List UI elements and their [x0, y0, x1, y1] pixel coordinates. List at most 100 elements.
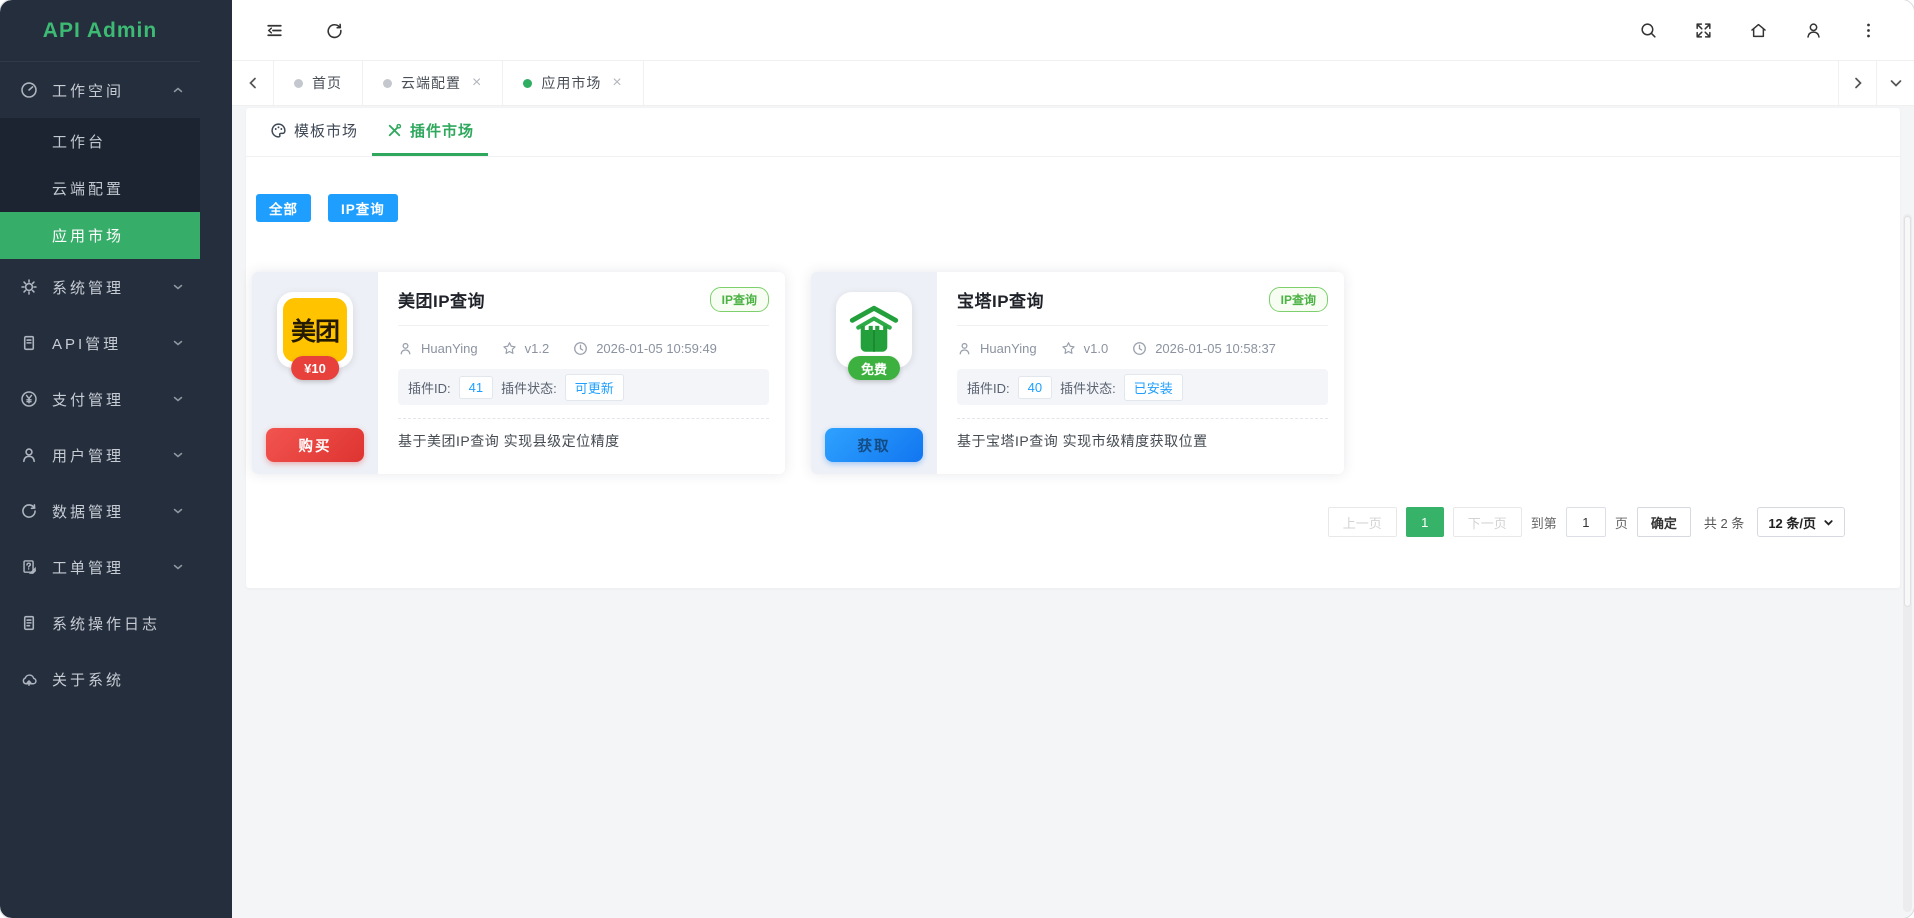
sidebar-item-api-mgmt[interactable]: API管理 [0, 315, 200, 371]
get-button[interactable]: 获取 [825, 428, 923, 462]
prev-page-button[interactable]: 上一页 [1328, 507, 1397, 537]
sidebar-item-label: API管理 [52, 333, 172, 354]
sidebar-item-app-market[interactable]: 应用市场 [0, 212, 200, 259]
document-icon [20, 334, 38, 352]
sidebar-item-label: 云端配置 [52, 178, 124, 199]
plugin-card-body: 宝塔IP查询 IP查询 HuanYing [937, 272, 1344, 474]
plugin-description: 基于美团IP查询 实现县级定位精度 [398, 431, 769, 451]
version-star-icon [502, 341, 517, 356]
sidebar-item-label: 应用市场 [52, 225, 124, 246]
tabs-scroll-right-button[interactable] [1838, 61, 1876, 105]
tab-home[interactable]: 首页 [274, 61, 363, 105]
tab-label: 应用市场 [541, 73, 601, 93]
tab-status-dot [383, 79, 392, 88]
updated-time: 2026-01-05 10:58:37 [1155, 341, 1276, 356]
author-icon [957, 341, 972, 356]
plugin-status-value[interactable]: 可更新 [565, 374, 624, 401]
goto-page-prefix: 到第 [1531, 513, 1557, 532]
ticket-edit-icon [20, 558, 38, 576]
plugin-card-body: 美团IP查询 IP查询 HuanYing [378, 272, 785, 474]
plugin-id-label: 插件ID: [408, 378, 451, 397]
plugin-status-value[interactable]: 已安装 [1124, 374, 1183, 401]
sidebar-item-cloud-config[interactable]: 云端配置 [0, 165, 200, 212]
more-options-icon[interactable] [1841, 10, 1896, 50]
pagination: 上一页 1 下一页 到第 页 确定 共 2 条 12 条/页 [246, 507, 1900, 537]
tabs-menu-dropdown-button[interactable] [1876, 61, 1914, 105]
plugin-version: v1.2 [525, 341, 550, 356]
filter-all-button[interactable]: 全部 [256, 194, 311, 222]
sidebar-item-payment-mgmt[interactable]: 支付管理 [0, 371, 200, 427]
plugin-info-bar: 插件ID: 41 插件状态: 可更新 [398, 369, 769, 405]
palette-icon [270, 122, 287, 139]
collapse-sidebar-button[interactable] [254, 10, 294, 50]
sidebar-item-system-mgmt[interactable]: 系统管理 [0, 259, 200, 315]
sidebar-item-workorder-mgmt[interactable]: 工单管理 [0, 539, 200, 595]
sidebar-item-about-system[interactable]: 关于系统 [0, 651, 200, 707]
close-icon[interactable]: × [612, 75, 622, 91]
content-scrollbar[interactable] [1903, 214, 1912, 912]
chevron-down-icon [172, 449, 184, 461]
tab-label: 首页 [312, 73, 342, 93]
close-icon[interactable]: × [472, 75, 482, 91]
plugin-description: 基于宝塔IP查询 实现市级精度获取位置 [957, 431, 1328, 451]
filter-ip-query-button[interactable]: IP查询 [328, 194, 398, 222]
tab-template-market[interactable]: 模板市场 [256, 108, 372, 156]
market-panel: 模板市场 插件市场 全部 IP查询 [246, 108, 1900, 588]
total-count-label: 共 2 条 [1704, 513, 1744, 532]
plugin-title: 宝塔IP查询 [957, 287, 1044, 312]
sidebar-item-label: 关于系统 [52, 669, 184, 690]
version-star-icon [1061, 341, 1076, 356]
per-page-value: 12 条/页 [1768, 513, 1816, 532]
refresh-icon[interactable] [314, 10, 354, 50]
goto-page-input[interactable] [1566, 507, 1606, 537]
tab-cloud-config[interactable]: 云端配置 × [363, 61, 503, 105]
sidebar: API Admin 工作空间 工作台 云端配置 应用市场 [0, 0, 232, 918]
goto-page-suffix: 页 [1615, 513, 1628, 532]
user-avatar-icon[interactable] [1786, 10, 1841, 50]
current-page-button[interactable]: 1 [1406, 507, 1444, 537]
chevron-down-icon [172, 337, 184, 349]
sidebar-item-workbench[interactable]: 工作台 [0, 118, 200, 165]
buy-button[interactable]: 购买 [266, 428, 364, 462]
page-tabbar: 首页 云端配置 × 应用市场 × [232, 60, 1914, 106]
updated-time: 2026-01-05 10:59:49 [596, 341, 717, 356]
tab-status-dot [294, 79, 303, 88]
plugin-title: 美团IP查询 [398, 287, 485, 312]
data-refresh-icon [20, 502, 38, 520]
tab-app-market[interactable]: 应用市场 × [503, 61, 643, 105]
plugin-card-meituan: 美团 ¥10 购买 美团IP查询 IP查询 [252, 272, 785, 474]
tools-icon [386, 122, 403, 139]
meituan-logo-icon: 美团 [283, 298, 347, 362]
content-area: 模板市场 插件市场 全部 IP查询 [232, 106, 1914, 918]
plugin-meta: HuanYing v1.2 2026-01-05 10: [398, 341, 769, 356]
next-page-button[interactable]: 下一页 [1453, 507, 1522, 537]
dashed-divider [398, 418, 769, 419]
search-icon[interactable] [1621, 10, 1676, 50]
app-window: API Admin 工作空间 工作台 云端配置 应用市场 [0, 0, 1914, 918]
user-icon [20, 446, 38, 464]
chevron-down-icon [172, 561, 184, 573]
fullscreen-icon[interactable] [1676, 10, 1731, 50]
sidebar-item-workspace[interactable]: 工作空间 [0, 62, 200, 118]
main-area: 首页 云端配置 × 应用市场 × [232, 0, 1914, 918]
plugin-info-bar: 插件ID: 40 插件状态: 已安装 [957, 369, 1328, 405]
tab-plugin-market[interactable]: 插件市场 [372, 108, 488, 156]
tabs-scroll-left-button[interactable] [232, 61, 274, 105]
sidebar-item-label: 支付管理 [52, 389, 172, 410]
chevron-down-icon [172, 281, 184, 293]
chevron-down-icon [1823, 517, 1834, 528]
plugin-card-media: 美团 ¥10 购买 [252, 272, 378, 474]
goto-confirm-button[interactable]: 确定 [1637, 507, 1691, 537]
home-icon[interactable] [1731, 10, 1786, 50]
sidebar-submenu-workspace: 工作台 云端配置 应用市场 [0, 118, 200, 259]
plugin-meta: HuanYing v1.0 2026-01-05 10: [957, 341, 1328, 356]
scrollbar-thumb[interactable] [1904, 216, 1911, 607]
sidebar-item-label: 工作台 [52, 131, 106, 152]
per-page-select[interactable]: 12 条/页 [1757, 507, 1845, 537]
sidebar-item-label: 用户管理 [52, 445, 172, 466]
sidebar-item-data-mgmt[interactable]: 数据管理 [0, 483, 200, 539]
market-tabs: 模板市场 插件市场 [246, 108, 1900, 157]
sidebar-item-user-mgmt[interactable]: 用户管理 [0, 427, 200, 483]
cloud-upload-icon [20, 670, 38, 688]
sidebar-item-system-log[interactable]: 系统操作日志 [0, 595, 200, 651]
